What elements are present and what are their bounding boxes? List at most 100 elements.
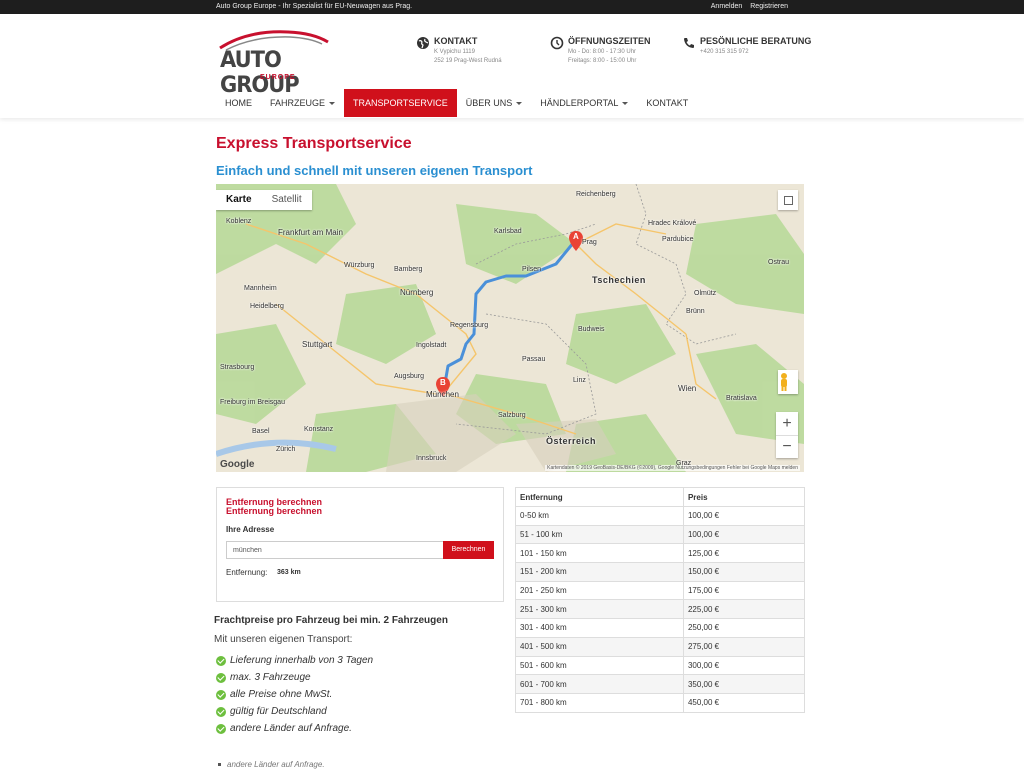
city-label: Koblenz (226, 218, 252, 225)
route-map[interactable]: Karte Satellit + − A B Koblenz Frankfurt… (216, 184, 804, 472)
city-label: Frankfurt am Main (278, 228, 343, 237)
clock-icon (550, 36, 564, 50)
cell-distance: 151 - 200 km (515, 562, 684, 582)
zoom-in-button[interactable]: + (776, 412, 798, 435)
pegman-icon (781, 373, 787, 391)
cell-price: 300,00 € (682, 655, 806, 676)
address-input[interactable] (226, 541, 444, 559)
nav-dealer[interactable]: HÄNDLERPORTAL (531, 89, 637, 117)
list-item: andere Länder auf Anfrage. (216, 720, 373, 737)
city-label: Stuttgart (302, 340, 333, 349)
city-label: Freiburg im Breisgau (220, 399, 285, 406)
cell-distance: 251 - 300 km (515, 599, 684, 620)
chevron-down-icon (329, 102, 336, 106)
globe-icon (417, 37, 429, 49)
advice-phone[interactable]: +420 315 315 972 (700, 49, 749, 55)
own-transport-intro: Mit unseren eigenen Transport: (214, 634, 353, 645)
calculate-button[interactable]: Berechnen (443, 541, 494, 559)
city-label: Ostrau (768, 259, 790, 266)
city-label: Karlsbad (494, 228, 522, 235)
price-table: Entfernung Preis 0-50 km 100,00 € 51 - 10… (515, 487, 806, 713)
country-label: Österreich (546, 436, 597, 446)
feature-text: andere Länder auf Anfrage. (230, 723, 352, 734)
zoom-control: + − (776, 412, 798, 458)
nav-cars[interactable]: FAHRZEUGE (261, 89, 344, 117)
city-label: Regensburg (450, 322, 489, 329)
table-row: 251 - 300 km 225,00 € (515, 599, 806, 620)
cell-distance: 0-50 km (515, 506, 684, 526)
table-row: 101 - 150 km 125,00 € (515, 543, 806, 564)
cell-price: 450,00 € (682, 692, 806, 713)
table-row: 401 - 500 km 275,00 € (515, 636, 806, 657)
cell-price: 350,00 € (682, 674, 806, 694)
calc-title-duplicate: Entfernung berechnen (226, 506, 323, 516)
city-label: Ingolstadt (416, 342, 447, 349)
hours-friday: Freitags: 8:00 - 15:00 Uhr (568, 58, 637, 64)
city-label: Bratislava (726, 395, 757, 402)
header-distance: Entfernung (515, 487, 684, 507)
check-icon (216, 689, 226, 700)
google-logo: Google (220, 459, 255, 470)
table-row: 151 - 200 km 150,00 € (515, 562, 806, 582)
city-label: Mannheim (244, 285, 277, 292)
city-label: Heidelberg (250, 303, 284, 310)
logo[interactable]: AUTO GROUP EUROPE (216, 28, 332, 97)
country-label: Tschechien (592, 275, 646, 285)
city-label: Basel (252, 428, 270, 435)
table-row: 0-50 km 100,00 € (515, 506, 806, 526)
map-attribution[interactable]: Kartendaten © 2019 GeoBasis-DE/BKG (©200… (545, 465, 800, 471)
cell-distance: 401 - 500 km (515, 636, 684, 657)
zoom-out-button[interactable]: − (776, 435, 798, 458)
phone-icon (684, 38, 694, 48)
cell-price: 175,00 € (682, 580, 806, 601)
city-label: Strasbourg (220, 364, 255, 371)
feature-list: Lieferung innerhalb von 3 Tagen max. 3 F… (216, 652, 373, 737)
page-title: Express Transportservice (216, 135, 412, 152)
pegman-button[interactable] (778, 370, 798, 394)
cell-price: 100,00 € (682, 506, 806, 526)
login-link[interactable]: Anmelden (711, 3, 743, 10)
site-header: AUTO GROUP EUROPE KONTAKT K Vypichu 1119… (0, 14, 1024, 118)
distance-label: Entfernung: (226, 568, 268, 577)
table-row: 201 - 250 km 175,00 € (515, 580, 806, 601)
cell-distance: 51 - 100 km (515, 524, 684, 545)
nav-transport[interactable]: TRANSPORTSERVICE (344, 89, 457, 117)
city-label: Linz (573, 377, 586, 384)
nav-home[interactable]: HOME (216, 89, 261, 117)
nav-about-label: ÜBER UNS (465, 98, 513, 108)
city-label: Augsburg (394, 373, 424, 380)
check-icon (216, 672, 226, 683)
feature-text: max. 3 Fahrzeuge (230, 672, 311, 683)
table-row: 301 - 400 km 250,00 € (515, 618, 806, 638)
nav-transport-label: TRANSPORTSERVICE (353, 98, 448, 108)
cell-distance: 201 - 250 km (515, 580, 684, 601)
chevron-down-icon (622, 102, 629, 106)
nav-contact-label: KONTAKT (646, 98, 689, 108)
nav-dealer-label: HÄNDLERPORTAL (540, 98, 619, 108)
city-label: Hradec Králové (648, 220, 697, 227)
tab-satellite[interactable]: Satellit (262, 190, 312, 210)
page-subtitle: Einfach und schnell mit unseren eigenen … (216, 163, 533, 178)
table-row: 701 - 800 km 450,00 € (515, 692, 806, 713)
nav-about[interactable]: ÜBER UNS (457, 89, 532, 117)
list-item: Lieferung innerhalb von 3 Tagen (216, 652, 373, 669)
city-label: München (426, 390, 459, 399)
chevron-down-icon (516, 102, 523, 106)
tagline: Auto Group Europe - Ihr Spezialist für E… (216, 3, 413, 10)
city-label: Pilsen (522, 266, 542, 273)
nav-contact[interactable]: KONTAKT (637, 89, 697, 117)
tab-map[interactable]: Karte (216, 190, 262, 210)
header-price: Preis (682, 487, 806, 507)
check-icon (216, 655, 226, 666)
cell-price: 225,00 € (682, 599, 806, 620)
nav-cars-label: FAHRZEUGE (270, 98, 326, 108)
table-row: 601 - 700 km 350,00 € (515, 674, 806, 694)
marker-a-label: A (573, 232, 579, 241)
city-label: Konstanz (304, 426, 334, 433)
cell-distance: 101 - 150 km (515, 543, 684, 564)
register-link[interactable]: Registrieren (750, 3, 788, 10)
fullscreen-button[interactable] (778, 190, 798, 210)
marker-b-label: B (440, 378, 446, 387)
cell-distance: 301 - 400 km (515, 618, 684, 638)
city-label: Brünn (686, 308, 705, 315)
